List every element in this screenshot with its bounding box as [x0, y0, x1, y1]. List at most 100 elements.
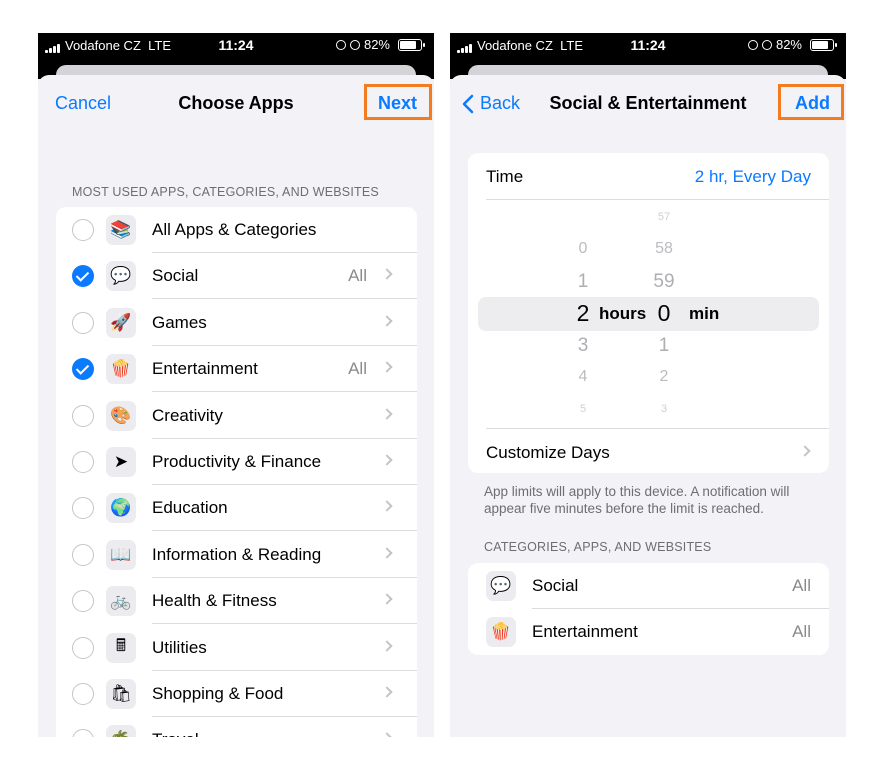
- category-label: Social: [532, 576, 579, 595]
- empty-circle-icon[interactable]: [72, 311, 94, 334]
- list-item[interactable]: 🌴 Travel: [56, 717, 417, 737]
- book-icon: 📖: [106, 539, 136, 570]
- picker-value[interactable]: 57: [644, 211, 684, 223]
- picker-value[interactable]: 58: [644, 240, 684, 258]
- globe-icon: 🌍: [106, 493, 136, 524]
- time-label: Time: [486, 167, 524, 186]
- picker-value[interactable]: 1: [568, 271, 598, 293]
- categories-list: 💬 Social All 🍿 Entertainment All: [468, 563, 829, 655]
- picker-value[interactable]: 5: [568, 403, 598, 415]
- category-row[interactable]: 🍿 Entertainment All: [468, 609, 829, 655]
- apps-list: 📚 All Apps & Categories 💬 Social All 🚀 Games 🍿 E…: [56, 207, 417, 737]
- item-label: Travel: [152, 730, 199, 737]
- empty-circle-icon[interactable]: [72, 497, 94, 520]
- item-label: Productivity & Finance: [152, 452, 322, 471]
- item-label: Utilities: [152, 637, 207, 657]
- item-label: Entertainment: [152, 359, 258, 379]
- picker-value[interactable]: 0: [568, 240, 598, 258]
- empty-circle-icon[interactable]: [72, 451, 94, 473]
- section-header: MOST USED APPS, CATEGORIES, AND WEBSITES: [72, 185, 379, 199]
- empty-circle-icon[interactable]: [72, 543, 94, 566]
- list-item[interactable]: 🍿 Entertainment All: [56, 346, 417, 393]
- choose-apps-screen: Vodafone CZ LTE 11:24 82% Cancel Choose …: [38, 33, 434, 737]
- nav-bar: Back Social & Entertainment Add: [450, 75, 846, 135]
- empty-circle-icon[interactable]: [72, 729, 94, 737]
- time-value: 2 hr, Every Day: [694, 167, 811, 186]
- picker-value[interactable]: 59: [644, 271, 684, 293]
- limit-note: App limits will apply to this device. A …: [484, 484, 790, 516]
- empty-circle-icon[interactable]: [72, 219, 94, 241]
- time-picker[interactable]: 0 1 2 3 4 5 57 58 59 0 1 2 3 hours min: [468, 200, 829, 428]
- chevron-right-icon: [381, 315, 393, 327]
- picker-value[interactable]: 1: [644, 335, 684, 357]
- picker-selected-value[interactable]: 2: [568, 300, 598, 327]
- item-label: Information & Reading: [152, 544, 322, 564]
- checked-circle-icon[interactable]: [72, 265, 94, 288]
- social-entertainment-screen: Vodafone CZ LTE 11:24 82% Back Social & …: [450, 33, 846, 737]
- customize-days-label: Customize Days: [486, 443, 610, 462]
- orientation-lock-icon: [747, 39, 758, 50]
- customize-days-row[interactable]: Customize Days: [468, 429, 829, 473]
- empty-circle-icon[interactable]: [72, 683, 94, 705]
- list-item[interactable]: 🌍 Education: [56, 485, 417, 532]
- list-item[interactable]: 💬 Social All: [56, 253, 417, 300]
- stack-icon: 📚: [106, 215, 136, 245]
- picker-value[interactable]: 2: [644, 368, 684, 386]
- bicycle-icon: 🚲: [106, 586, 136, 617]
- chevron-right-icon: [381, 361, 393, 373]
- choose-apps-sheet: Cancel Choose Apps Next MOST USED APPS, …: [38, 75, 434, 737]
- list-item[interactable]: 📚 All Apps & Categories: [56, 207, 417, 253]
- list-item[interactable]: 🛍 Shopping & Food: [56, 671, 417, 717]
- battery-icon: [398, 38, 425, 51]
- nav-bar: Cancel Choose Apps Next: [38, 75, 434, 135]
- chevron-right-icon: [799, 445, 811, 457]
- status-right: 82%: [747, 37, 837, 52]
- list-item[interactable]: 🎨 Creativity: [56, 393, 417, 439]
- empty-circle-icon[interactable]: [72, 636, 94, 659]
- picker-value[interactable]: 4: [568, 368, 598, 386]
- battery-percent: 82%: [775, 37, 802, 52]
- speech-bubble-icon: 💬: [486, 571, 516, 601]
- minutes-unit-label: min: [689, 304, 720, 323]
- picker-value[interactable]: 3: [568, 335, 598, 357]
- section-header: CATEGORIES, APPS, AND WEBSITES: [484, 540, 712, 554]
- category-detail: All: [792, 622, 811, 641]
- picker-value[interactable]: 3: [644, 403, 684, 415]
- chevron-right-icon: [381, 407, 393, 420]
- palette-icon: 🎨: [106, 400, 136, 431]
- list-item[interactable]: 📖 Information & Reading: [56, 532, 417, 578]
- popcorn-icon: 🍿: [486, 617, 516, 647]
- list-item[interactable]: 🚀 Games: [56, 300, 417, 346]
- item-label: Social: [152, 266, 199, 286]
- list-item[interactable]: 🖩 Utilities: [56, 625, 417, 671]
- item-label: Games: [152, 312, 207, 332]
- add-button[interactable]: Add: [795, 93, 830, 114]
- chevron-right-icon: [381, 500, 393, 513]
- empty-circle-icon[interactable]: [72, 590, 94, 613]
- item-detail: All: [348, 266, 367, 286]
- chevron-right-icon: [381, 547, 393, 559]
- next-button[interactable]: Next: [378, 93, 417, 114]
- item-label: Health & Fitness: [152, 591, 277, 611]
- time-row[interactable]: Time 2 hr, Every Day: [468, 153, 829, 199]
- paper-plane-icon: ➤: [106, 447, 136, 477]
- category-detail: All: [792, 576, 811, 595]
- item-label: Creativity: [152, 405, 223, 425]
- alarm-icon: [761, 39, 772, 50]
- picker-selected-value[interactable]: 0: [644, 300, 684, 327]
- speech-bubble-icon: 💬: [106, 261, 136, 292]
- chevron-right-icon: [381, 593, 393, 605]
- chevron-right-icon: [381, 639, 393, 652]
- list-item[interactable]: ➤ Productivity & Finance: [56, 439, 417, 485]
- shopping-bag-icon: 🛍: [106, 679, 136, 709]
- category-row[interactable]: 💬 Social All: [468, 563, 829, 609]
- social-entertainment-sheet: Back Social & Entertainment Add Time 2 h…: [450, 75, 846, 737]
- chevron-right-icon: [381, 732, 393, 737]
- battery-icon: [810, 38, 837, 51]
- empty-circle-icon[interactable]: [72, 404, 94, 427]
- battery-percent: 82%: [363, 37, 390, 52]
- list-item[interactable]: 🚲 Health & Fitness: [56, 578, 417, 625]
- category-label: Entertainment: [532, 622, 638, 641]
- checked-circle-icon[interactable]: [72, 358, 94, 381]
- hours-unit-label: hours: [599, 304, 647, 323]
